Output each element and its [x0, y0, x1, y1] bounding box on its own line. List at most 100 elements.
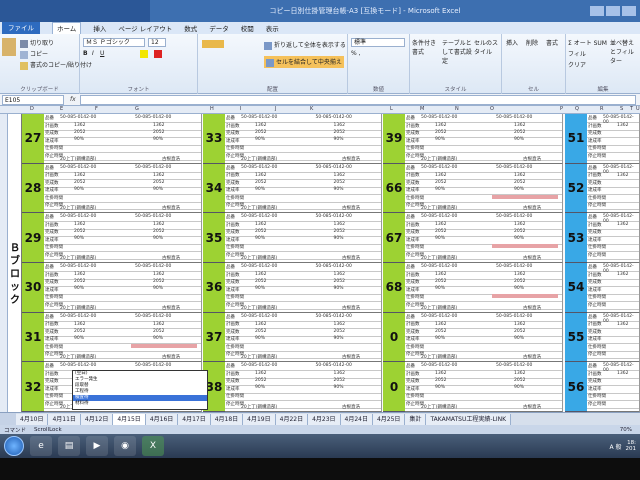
column-header[interactable]: U [636, 106, 640, 112]
cell-dropdown-list[interactable]: (空白) エラー発生 段取替 工程待 検査待 材料待 [72, 370, 208, 410]
schedule-cell[interactable]: 品番 計画数 完成数 達成率 仕掛時間 停止時間 50-085-0142-00 1362 [587, 213, 640, 263]
sheet-tab[interactable]: 4月23日 [308, 413, 341, 425]
autosum-button[interactable]: Σ オート SUM [568, 38, 607, 47]
worksheet-grid[interactable]: Ｂブロック 27 品番 計画数 完成数 達成率 仕掛時間 停止時間 50-085-0142-0… [0, 114, 640, 412]
schedule-cell[interactable]: 品番 計画数 完成数 達成率 仕掛時間 停止時間 50-085-0142-00 50-085-… [44, 312, 202, 363]
copy-button[interactable]: コピー [20, 49, 48, 59]
schedule-cell[interactable]: 品番 計画数 完成数 達成率 仕掛時間 停止時間 50-085-0142-00 50-085-… [225, 362, 382, 412]
sheet-tab[interactable]: 4月22日 [275, 413, 309, 425]
sheet-tab[interactable]: 4月12日 [80, 413, 114, 425]
sheet-tab[interactable]: 4月17日 [178, 413, 211, 425]
font-color-button[interactable] [154, 50, 164, 58]
schedule-cell[interactable]: 品番 計画数 完成数 達成率 仕掛時間 停止時間 50-085-0142-00 50-085-… [405, 263, 563, 313]
column-header[interactable]: O [490, 106, 494, 112]
sheet-tab[interactable]: 4月15日 [113, 413, 146, 425]
schedule-cell[interactable]: 品番 計画数 完成数 達成率 仕掛時間 停止時間 50-085-0142-00 1362 [587, 263, 640, 313]
column-header[interactable]: D [30, 106, 34, 112]
column-header[interactable]: S [620, 106, 623, 112]
schedule-cell[interactable]: 品番 計画数 完成数 達成率 仕掛時間 停止時間 50-085-0142-00 50-085-… [44, 114, 202, 164]
schedule-cell[interactable]: 品番 計画数 完成数 達成率 仕掛時間 停止時間 50-085-0142-00 1362 [587, 114, 640, 164]
italic-button[interactable]: I [92, 50, 94, 57]
insert-cells-button[interactable]: 挿入 [506, 38, 518, 47]
column-header[interactable]: R [600, 106, 603, 112]
column-header[interactable]: M [420, 106, 424, 112]
cell-styles-button[interactable]: セルのスタイル [474, 38, 500, 56]
font-name-select[interactable]: ＭＳ Ｐゴシック [83, 38, 145, 47]
tab-page-layout[interactable]: ページ レイアウト [118, 23, 172, 33]
tab-insert[interactable]: 挿入 [93, 23, 106, 33]
percent-button[interactable]: % , [351, 50, 361, 57]
column-header[interactable]: F [95, 106, 98, 112]
schedule-cell[interactable]: 品番 計画数 完成数 達成率 仕掛時間 停止時間 50-085-0142-00 50-085-… [44, 263, 202, 313]
name-box[interactable]: E105 [2, 94, 64, 105]
sheet-tab[interactable]: 4月24日 [340, 413, 373, 425]
schedule-cell[interactable]: 品番 計画数 完成数 達成率 仕掛時間 停止時間 50-085-0142-00 50-085-… [405, 114, 563, 164]
column-header[interactable]: I [240, 106, 241, 112]
sheet-tab[interactable]: 集計 [405, 413, 427, 425]
sort-filter-button[interactable]: 並べ替えとフィルター [610, 38, 638, 65]
underline-button[interactable]: U [100, 50, 104, 57]
media-icon[interactable]: ▶ [86, 436, 108, 456]
delete-cells-button[interactable]: 削除 [526, 38, 538, 47]
merge-center-button[interactable]: セルを結合して中央揃え [264, 56, 344, 68]
tab-home[interactable]: ホーム [52, 22, 82, 34]
column-header[interactable]: H [210, 106, 214, 112]
column-header[interactable]: T [630, 106, 633, 112]
column-header[interactable]: J [275, 106, 276, 112]
tab-formulas[interactable]: 数式 [184, 23, 197, 33]
sheet-tab[interactable]: 4月10日 [16, 413, 49, 425]
column-header[interactable]: E [60, 106, 63, 112]
maximize-button[interactable] [606, 6, 620, 16]
chrome-icon[interactable]: ◉ [114, 436, 136, 456]
schedule-cell[interactable]: 品番 計画数 完成数 達成率 仕掛時間 停止時間 50-085-0142-00 50-085-… [44, 163, 202, 214]
font-size-select[interactable]: 12 [148, 38, 166, 47]
fill-button[interactable]: フィル [568, 49, 586, 58]
schedule-cell[interactable]: 品番 計画数 完成数 達成率 仕掛時間 停止時間 50-085-0142-00 50-085-… [225, 163, 382, 214]
schedule-cell[interactable]: 品番 計画数 完成数 達成率 仕掛時間 停止時間 50-085-0142-00 50-085-… [405, 362, 563, 412]
schedule-cell[interactable]: 品番 計画数 完成数 達成率 仕掛時間 停止時間 50-085-0142-00 1362 [587, 163, 640, 214]
sheet-nav-arrows[interactable] [0, 412, 16, 426]
column-header[interactable]: G [135, 106, 139, 112]
tab-data[interactable]: データ [209, 23, 229, 33]
fill-color-button[interactable] [140, 50, 150, 58]
wrap-text-button[interactable]: 折り返して全体を表示する [264, 40, 346, 50]
clear-button[interactable]: クリア [568, 60, 586, 69]
schedule-cell[interactable]: 品番 計画数 完成数 達成率 仕掛時間 停止時間 50-085-0142-00 50-085-… [225, 312, 382, 363]
start-button[interactable] [4, 436, 24, 456]
excel-icon[interactable]: X [142, 436, 164, 456]
format-cells-button[interactable]: 書式 [546, 38, 558, 47]
sheet-tab[interactable]: 4月11日 [48, 413, 81, 425]
schedule-cell[interactable]: 品番 計画数 完成数 達成率 仕掛時間 停止時間 50-085-0142-00 1362 [587, 312, 640, 363]
close-button[interactable] [622, 6, 636, 16]
align-buttons[interactable] [202, 40, 226, 48]
column-header[interactable]: Q [575, 106, 579, 112]
schedule-cell[interactable]: 品番 計画数 完成数 達成率 仕掛時間 停止時間 50-085-0142-00 50-085-… [225, 213, 382, 263]
sheet-tab[interactable]: 4月18日 [210, 413, 244, 425]
sheet-tab[interactable]: 4月16日 [145, 413, 179, 425]
schedule-cell[interactable]: 品番 計画数 完成数 達成率 仕掛時間 停止時間 50-085-0142-00 1362 [587, 362, 640, 412]
folder-icon[interactable]: ▤ [58, 436, 80, 456]
cut-button[interactable]: 切り取り [20, 38, 54, 48]
schedule-cell[interactable]: 品番 計画数 完成数 達成率 仕掛時間 停止時間 50-085-0142-00 50-085-… [225, 114, 382, 164]
schedule-cell[interactable]: 品番 計画数 完成数 達成率 仕掛時間 停止時間 50-085-0142-00 50-085-… [405, 213, 563, 263]
fx-icon[interactable]: fx [70, 96, 76, 103]
clock[interactable]: 18: 201 [626, 440, 637, 452]
column-header[interactable]: L [390, 106, 393, 112]
column-header[interactable]: P [560, 106, 563, 112]
schedule-cell[interactable]: 品番 計画数 完成数 達成率 仕掛時間 停止時間 50-085-0142-00 50-085-… [405, 312, 563, 363]
dropdown-option[interactable]: 材料待 [73, 401, 207, 407]
bold-button[interactable]: B [83, 50, 88, 57]
format-as-table-button[interactable]: テーブルとして書式設定 [442, 38, 472, 65]
ime-indicator[interactable]: A 般 [609, 442, 621, 451]
minimize-button[interactable] [590, 6, 604, 16]
column-header[interactable]: N [455, 106, 459, 112]
tab-view[interactable]: 表示 [266, 23, 279, 33]
sheet-tab[interactable]: 4月19日 [243, 413, 276, 425]
number-format-select[interactable]: 標準 [351, 38, 405, 47]
schedule-cell[interactable]: 品番 計画数 完成数 達成率 仕掛時間 停止時間 50-085-0142-00 50-085-… [405, 163, 563, 214]
tab-file[interactable]: ファイル [2, 22, 40, 34]
schedule-cell[interactable]: 品番 計画数 完成数 達成率 仕掛時間 停止時間 50-085-0142-00 50-085-… [44, 213, 202, 263]
sheet-tab[interactable]: 4月25日 [372, 413, 406, 425]
ie-icon[interactable]: e [30, 436, 52, 456]
formula-input[interactable] [79, 94, 636, 105]
